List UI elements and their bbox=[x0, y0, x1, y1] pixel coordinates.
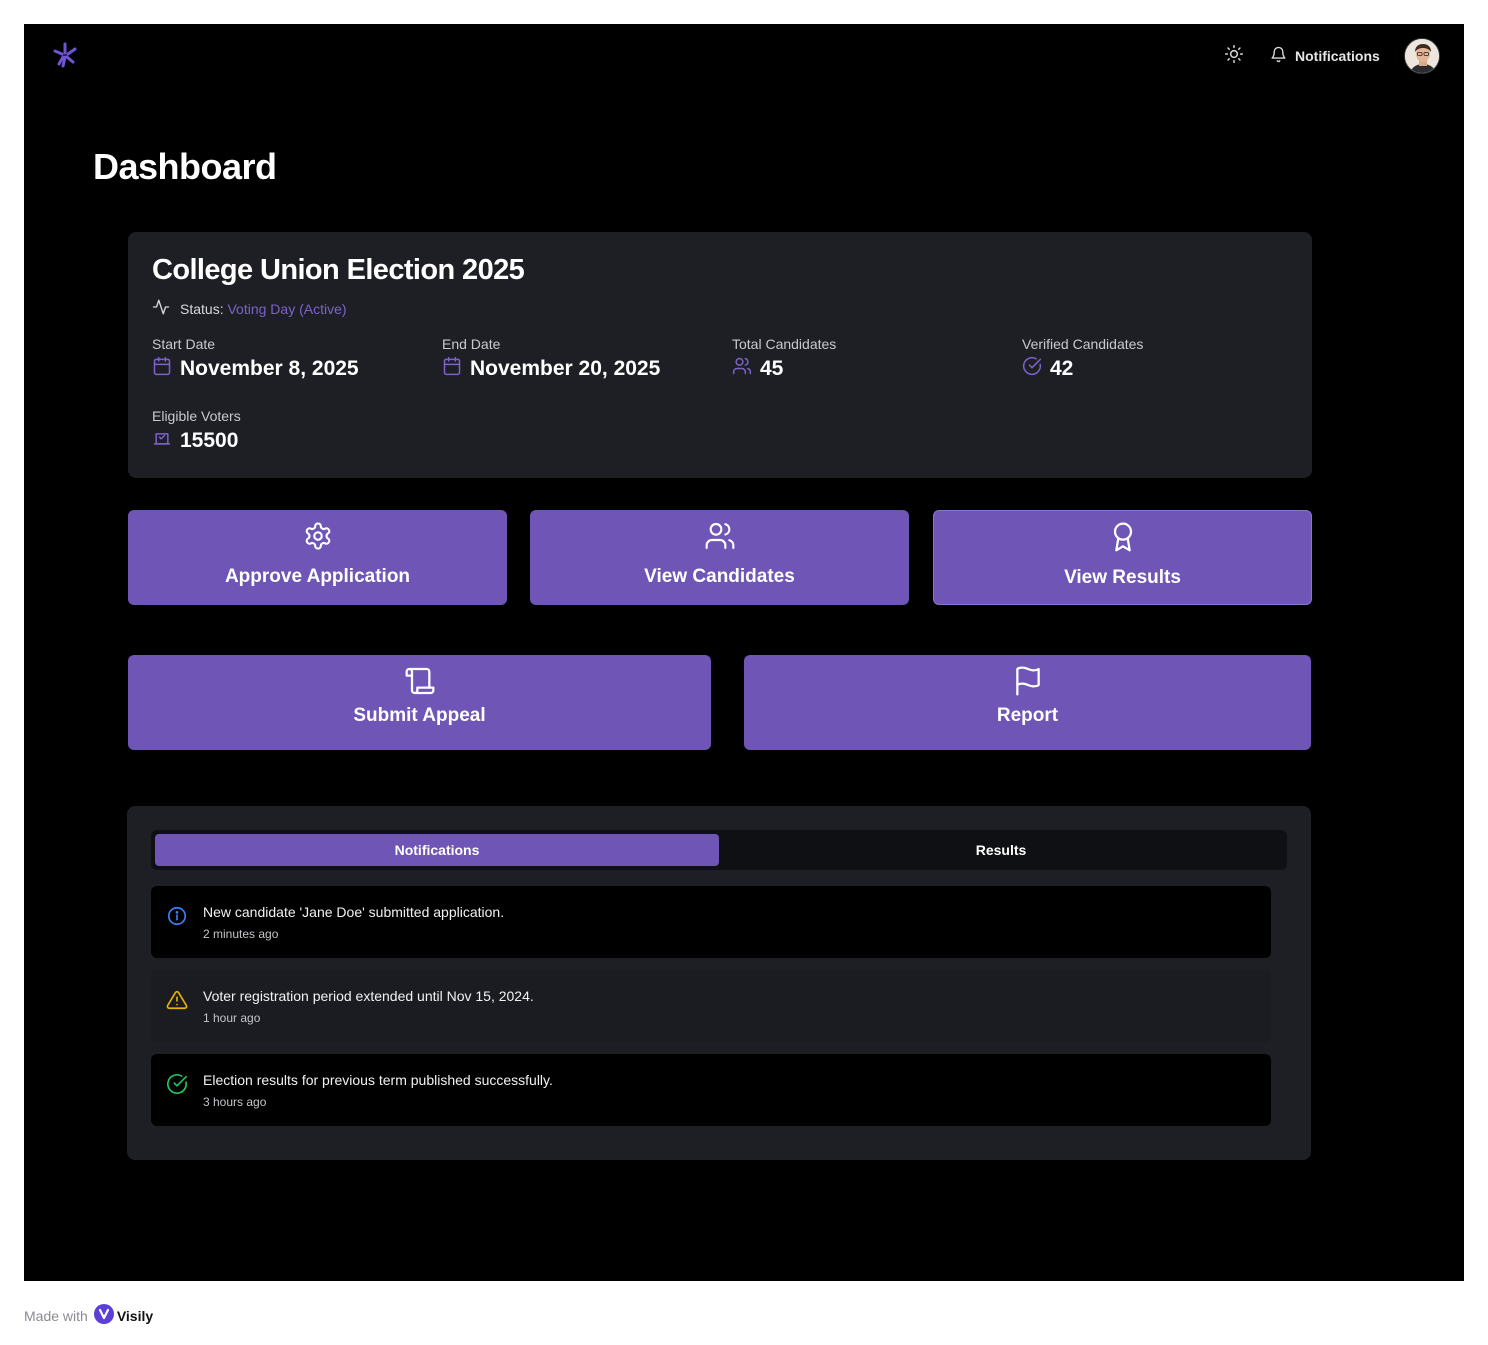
check-circle-icon bbox=[166, 1073, 188, 1095]
submit-appeal-button[interactable]: Submit Appeal bbox=[128, 655, 711, 750]
status-label: Status: bbox=[180, 300, 224, 317]
notification-time: 2 minutes ago bbox=[203, 927, 279, 941]
stat-label: Eligible Voters bbox=[152, 408, 241, 424]
calendar-icon bbox=[152, 356, 172, 381]
stat-end-date: End Date November 20, 2025 bbox=[442, 336, 660, 381]
sun-icon bbox=[1224, 44, 1244, 69]
stat-value: November 8, 2025 bbox=[180, 356, 359, 380]
notifications-button[interactable]: Notifications bbox=[1270, 44, 1380, 68]
stat-label: Start Date bbox=[152, 336, 216, 352]
stat-start-date: Start Date November 8, 2025 bbox=[152, 336, 359, 381]
notification-text: New candidate 'Jane Doe' submitted appli… bbox=[203, 904, 505, 920]
stat-eligible-voters: Eligible Voters 15500 bbox=[152, 408, 241, 453]
status-value: Voting Day (Active) bbox=[227, 300, 347, 317]
notification-text: Election results for previous term publi… bbox=[203, 1072, 553, 1088]
made-with-label: Made with bbox=[24, 1307, 88, 1324]
theme-toggle-button[interactable] bbox=[1222, 44, 1246, 68]
avatar[interactable] bbox=[1404, 38, 1440, 74]
view-results-button[interactable]: View Results bbox=[933, 510, 1312, 605]
calendar-icon bbox=[442, 356, 462, 381]
flag-icon bbox=[1012, 665, 1044, 697]
report-button[interactable]: Report bbox=[744, 655, 1311, 750]
notification-item[interactable]: New candidate 'Jane Doe' submitted appli… bbox=[151, 886, 1271, 958]
bell-icon bbox=[1270, 46, 1287, 66]
users-icon bbox=[732, 356, 752, 381]
stat-value: 42 bbox=[1050, 356, 1074, 380]
election-title: College Union Election 2025 bbox=[152, 254, 525, 286]
check-circle-icon bbox=[1022, 356, 1042, 381]
notification-text: Voter registration period extended until… bbox=[203, 988, 534, 1004]
notification-item[interactable]: Voter registration period extended until… bbox=[151, 970, 1271, 1042]
stat-total-candidates: Total Candidates 45 bbox=[732, 336, 836, 381]
stat-verified-candidates: Verified Candidates 42 bbox=[1022, 336, 1143, 381]
settings-icon bbox=[302, 520, 334, 552]
approve-application-button[interactable]: Approve Application bbox=[128, 510, 507, 605]
stat-label: End Date bbox=[442, 336, 501, 352]
activity-panel: Notifications Results New candidate 'Jan… bbox=[127, 806, 1311, 1160]
tab-bar: Notifications Results bbox=[151, 830, 1287, 870]
tab-results[interactable]: Results bbox=[719, 834, 1283, 866]
made-with-footer: Made with Visily bbox=[24, 1304, 153, 1327]
scroll-icon bbox=[404, 665, 436, 697]
notification-time: 1 hour ago bbox=[203, 1011, 261, 1025]
tab-notifications[interactable]: Notifications bbox=[155, 834, 719, 866]
submit-appeal-label: Submit Appeal bbox=[353, 705, 486, 726]
stat-label: Verified Candidates bbox=[1022, 336, 1144, 352]
visily-brand[interactable]: Visily bbox=[93, 1304, 154, 1327]
report-label: Report bbox=[996, 705, 1059, 726]
stat-value: 45 bbox=[760, 356, 784, 380]
users-icon bbox=[704, 520, 736, 552]
vote-icon bbox=[152, 428, 172, 453]
notification-item[interactable]: Election results for previous term publi… bbox=[151, 1054, 1271, 1126]
view-results-label: View Results bbox=[1064, 567, 1181, 588]
activity-icon bbox=[152, 298, 170, 319]
visily-brand-label: Visily bbox=[116, 1307, 154, 1324]
view-candidates-label: View Candidates bbox=[644, 566, 795, 587]
stat-label: Total Candidates bbox=[732, 336, 837, 352]
award-icon bbox=[1107, 521, 1139, 553]
app-frame: Notifications Dashboard College Union El… bbox=[24, 24, 1464, 1281]
notification-time: 3 hours ago bbox=[203, 1095, 267, 1109]
stat-value: November 20, 2025 bbox=[470, 356, 661, 380]
page-title: Dashboard bbox=[93, 146, 277, 187]
warning-icon bbox=[166, 989, 188, 1011]
election-status: Status: Voting Day (Active) bbox=[152, 298, 347, 319]
view-candidates-button[interactable]: View Candidates bbox=[530, 510, 909, 605]
logo-icon[interactable] bbox=[50, 40, 80, 70]
election-card: College Union Election 2025 Status: Voti… bbox=[128, 232, 1312, 478]
notifications-label: Notifications bbox=[1295, 48, 1380, 64]
approve-application-label: Approve Application bbox=[224, 566, 411, 587]
info-icon bbox=[166, 905, 188, 927]
visily-logo-icon bbox=[93, 1304, 114, 1327]
stat-value: 15500 bbox=[180, 428, 239, 452]
